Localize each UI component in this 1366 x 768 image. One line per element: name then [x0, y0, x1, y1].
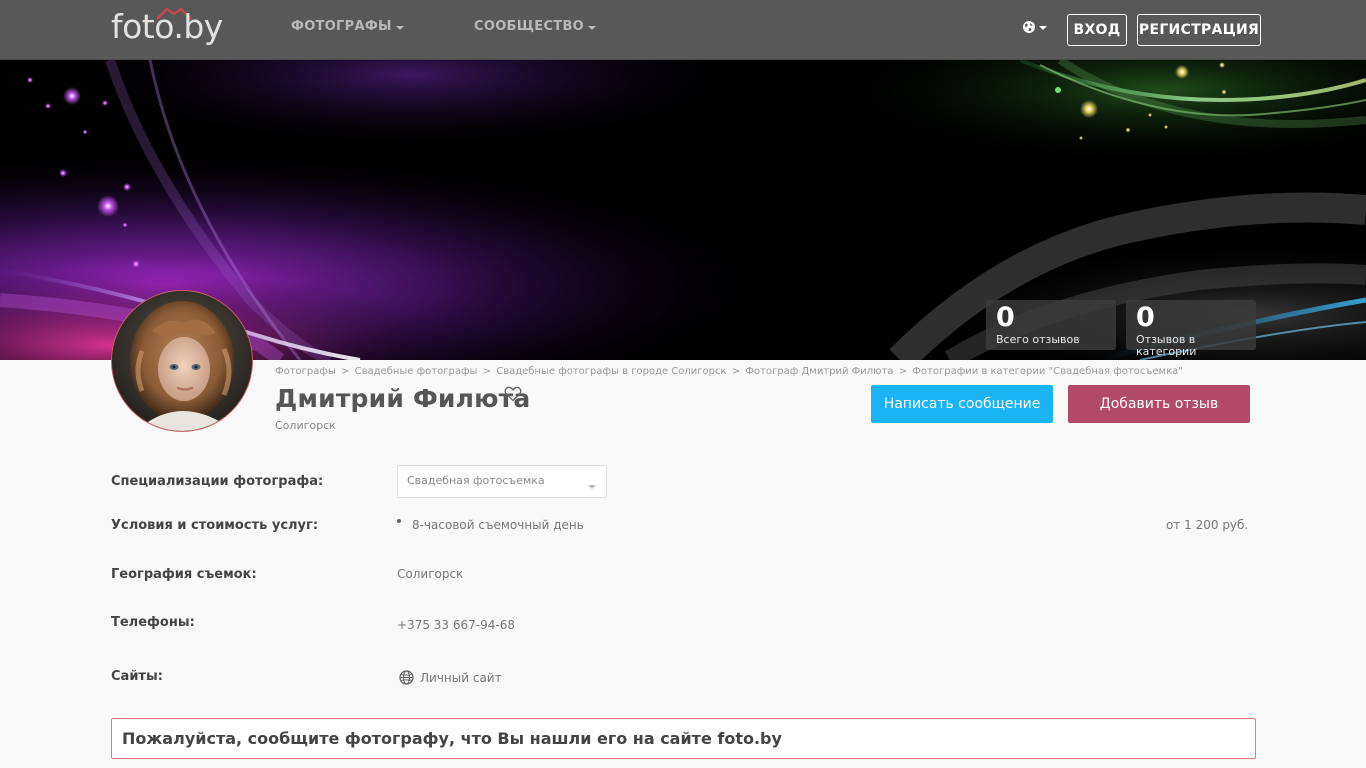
sites-label: Сайты: [111, 669, 163, 684]
breadcrumb-separator: > [898, 366, 908, 377]
nav-community[interactable]: СООБЩЕСТВО [474, 19, 597, 34]
bullet-icon [397, 519, 401, 523]
breadcrumb-photographer[interactable]: Фотограф Дмитрий Филюта [745, 366, 893, 377]
breadcrumb-separator: > [482, 366, 491, 377]
write-message-button[interactable]: Написать сообщение [871, 385, 1053, 423]
breadcrumb-wedding-photographers-city[interactable]: Свадебные фотографы в городе Солигорск [496, 366, 726, 377]
specialization-selected-value: Свадебная фотосъемка [407, 474, 545, 487]
specialization-select[interactable]: Свадебная фотосъемка [397, 465, 607, 498]
breadcrumb-category[interactable]: Фотографии в категории "Свадебная фотосъ… [912, 366, 1183, 377]
stat-category-reviews: 0 Отзывов в категории [1126, 300, 1256, 358]
stat-total-reviews: 0 Всего отзывов [986, 300, 1116, 350]
stat-total-reviews-label: Всего отзывов [996, 333, 1080, 346]
globe-icon [399, 670, 414, 685]
specializations-label: Специализации фотографа: [111, 474, 324, 489]
chevron-down-icon [1039, 26, 1047, 30]
nav-community-label: СООБЩЕСТВО [474, 19, 585, 34]
photographer-name: Дмитрий Филюта [275, 384, 531, 413]
register-button[interactable]: РЕГИСТРАЦИЯ [1137, 14, 1261, 46]
services-label: Условия и стоимость услуг: [111, 518, 319, 533]
stat-category-reviews-value: 0 [1136, 302, 1155, 333]
language-selector[interactable] [1022, 20, 1047, 34]
breadcrumb-separator: > [341, 366, 350, 377]
chevron-down-icon [588, 485, 596, 489]
service-price: от 1 200 руб. [1166, 518, 1249, 532]
phones-label: Телефоны: [111, 615, 195, 630]
chevron-down-icon [395, 25, 404, 30]
photographer-city: Солигорск [275, 419, 336, 432]
breadcrumb-separator: > [731, 366, 741, 377]
geography-value: Солигорск [397, 567, 464, 581]
service-name: 8-часовой съемочный день [412, 518, 584, 532]
nav-photographers[interactable]: ФОТОГРАФЫ [291, 19, 404, 34]
logo-text: foto.by [111, 7, 223, 46]
breadcrumb-wedding-photographers[interactable]: Свадебные фотографы [355, 366, 478, 377]
add-review-button[interactable]: Добавить отзыв [1068, 385, 1250, 423]
heart-icon[interactable] [504, 386, 522, 402]
geography-label: География съемок: [111, 567, 257, 582]
photographer-avatar[interactable] [111, 290, 253, 432]
found-on-site-notice: Пожалуйста, сообщите фотографу, что Вы н… [111, 718, 1256, 759]
stat-total-reviews-value: 0 [996, 302, 1015, 333]
phone-value[interactable]: +375 33 667-94-68 [397, 618, 515, 632]
site-logo[interactable]: foto.by [111, 4, 223, 50]
top-navigation-bar: foto.by ФОТОГРАФЫ СООБЩЕСТВО ВХОД РЕГИСТ… [0, 0, 1366, 60]
avatar-portrait [112, 291, 252, 431]
chevron-down-icon [588, 25, 597, 30]
nav-photographers-label: ФОТОГРАФЫ [291, 19, 392, 34]
stat-category-reviews-label: Отзывов в категории [1136, 333, 1197, 358]
login-button[interactable]: ВХОД [1067, 14, 1127, 46]
breadcrumb: Фотографы > Свадебные фотографы > Свадеб… [275, 366, 1183, 377]
breadcrumb-photographers[interactable]: Фотографы [275, 366, 336, 377]
personal-site-link[interactable]: Личный сайт [399, 670, 502, 685]
globe-icon [1023, 21, 1035, 33]
personal-site-label: Личный сайт [420, 670, 502, 685]
